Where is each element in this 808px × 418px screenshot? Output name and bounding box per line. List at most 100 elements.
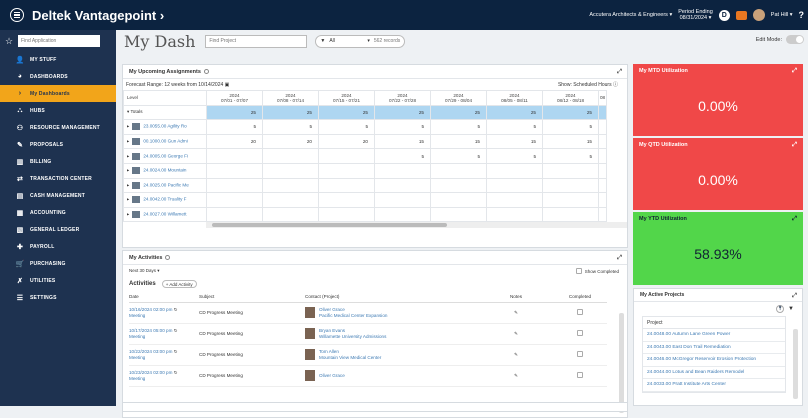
expand-row-icon[interactable]: ▸ [127, 153, 129, 158]
active-project-item[interactable]: 24.0033.00 Pratt Institute Arts Center [643, 379, 785, 392]
expand-row-icon[interactable]: ▸ [127, 168, 129, 173]
sidebar-item-accounting[interactable]: ▦ ACCOUNTING [0, 204, 116, 221]
hours-cell[interactable] [206, 192, 263, 208]
completed-checkbox[interactable] [577, 308, 583, 315]
hours-cell[interactable] [206, 148, 263, 164]
expand-row-icon[interactable]: ▸ [127, 197, 129, 202]
totals-label[interactable]: ▾ Totals [123, 104, 207, 121]
activity-row[interactable]: 10/22/2024 03:00 pm ↻ Meeting CD Progress … [129, 344, 607, 366]
hours-cell[interactable] [598, 206, 607, 223]
sidebar-item-settings[interactable]: ☰ SETTINGS [0, 289, 116, 306]
activity-subject[interactable]: CD Progress Meeting [199, 365, 305, 387]
column-header[interactable]: Notes [479, 291, 553, 303]
hours-cell[interactable] [262, 192, 319, 208]
hours-cell[interactable] [374, 206, 431, 223]
project-link[interactable]: 23.0055.00 Agility Ro [143, 124, 186, 129]
column-header[interactable]: Date [129, 291, 199, 303]
app-brand[interactable]: Deltek Vantagepoint › [32, 8, 164, 23]
notes-icon[interactable]: ✎ [514, 310, 518, 315]
hours-cell[interactable] [318, 148, 375, 164]
info-icon[interactable] [165, 255, 171, 260]
hours-cell[interactable] [374, 192, 431, 208]
hours-cell[interactable]: 5 [486, 148, 543, 164]
active-project-item[interactable]: 24.0048.00 Autumn Lane Green Power [643, 329, 785, 342]
activity-date[interactable]: 10/16/2024 02:00 pm [129, 307, 172, 312]
hours-cell[interactable] [430, 162, 487, 179]
hours-cell[interactable] [430, 192, 487, 208]
notes-icon[interactable]: ✎ [514, 331, 518, 336]
contact-name[interactable]: Oliver Grace [319, 373, 345, 379]
sidebar-item-my-stuff[interactable]: 👤 MY STUFF [0, 51, 116, 68]
contact-project[interactable]: Mountain View Medical Center [319, 355, 381, 361]
expand-icon[interactable]: ⤢ [617, 255, 622, 262]
activity-subject[interactable]: CD Progress Meeting [199, 302, 305, 324]
sidebar-item-general-ledger[interactable]: ▧ GENERAL LEDGER [0, 221, 116, 238]
hours-cell[interactable]: 20 [206, 133, 263, 150]
notes-icon[interactable]: ✎ [514, 352, 518, 357]
project-link[interactable]: 00.1000.00 Gun Admi [143, 139, 187, 144]
hours-cell[interactable]: 5 [430, 119, 487, 135]
hours-cell[interactable] [486, 192, 543, 208]
hours-cell[interactable] [262, 148, 319, 164]
hours-cell[interactable] [598, 148, 607, 164]
find-application-input[interactable] [18, 35, 100, 47]
filter-group[interactable]: ▼ All ▾ 562 records [315, 34, 406, 48]
hours-cell[interactable] [318, 177, 375, 194]
hours-cell[interactable] [374, 177, 431, 194]
activity-subject[interactable]: CD Progress Meeting [199, 323, 305, 345]
sidebar-item-hubs[interactable]: ⛬ HUBS [0, 102, 116, 119]
project-link[interactable]: 24.0027.00 Willamett [143, 212, 186, 217]
contact-project[interactable]: Willamette University Admissions [319, 334, 386, 340]
vertical-scrollbar[interactable] [793, 329, 798, 399]
hours-cell[interactable]: 5 [206, 119, 263, 135]
expand-icon[interactable]: ⤢ [792, 293, 797, 300]
column-header[interactable]: Completed [553, 291, 607, 303]
sidebar-item-dashboards[interactable]: ◕ DASHBOARDS [0, 68, 116, 85]
hours-cell[interactable] [318, 162, 375, 179]
active-project-item[interactable]: 24.0046.00 McGregor Reservoir Erosion Pr… [643, 354, 785, 367]
column-header[interactable]: Contact (Project) [305, 291, 479, 303]
completed-checkbox[interactable] [577, 329, 583, 336]
sidebar-item-cash-management[interactable]: ▤ CASH MANAGEMENT [0, 187, 116, 204]
filter-icon[interactable]: ▼ [788, 306, 794, 312]
vertical-scrollbar[interactable] [619, 313, 624, 413]
hours-cell[interactable]: 5 [542, 119, 599, 135]
user-menu[interactable]: Pat Hill ▾ [771, 12, 793, 18]
expand-row-icon[interactable]: ▸ [127, 183, 129, 188]
hours-cell[interactable]: 15 [486, 133, 543, 150]
notes-icon[interactable]: ✎ [514, 373, 518, 378]
horizontal-scrollbar[interactable] [206, 222, 627, 229]
hours-cell[interactable] [206, 162, 263, 179]
project-link[interactable]: 24.0042.00 Truality F [143, 197, 186, 202]
expand-row-icon[interactable]: ▸ [127, 212, 129, 217]
find-project-input[interactable] [205, 34, 308, 48]
expand-icon[interactable]: ⤢ [792, 216, 797, 223]
sidebar-item-resource-management[interactable]: ⚇ RESOURCE MANAGEMENT [0, 119, 116, 136]
show-completed-checkbox[interactable] [575, 268, 582, 274]
help-icon[interactable]: ? [799, 10, 805, 20]
sidebar-item-transaction-center[interactable]: ⇄ TRANSACTION CENTER [0, 170, 116, 187]
activity-row[interactable]: 10/16/2024 02:00 pm ↻ Meeting CD Progress … [129, 302, 607, 324]
sidebar-item-payroll[interactable]: ✚ PAYROLL [0, 238, 116, 255]
hours-cell[interactable]: 5 [430, 148, 487, 164]
hours-cell[interactable] [598, 177, 607, 194]
hours-cell[interactable] [486, 177, 543, 194]
sidebar-item-proposals[interactable]: ✎ PROPOSALS [0, 136, 116, 153]
hours-cell[interactable]: 15 [430, 133, 487, 150]
hours-cell[interactable] [542, 177, 599, 194]
hours-cell[interactable] [430, 206, 487, 223]
hours-cell[interactable] [542, 162, 599, 179]
active-project-item[interactable]: 24.0043.00 East Don Trail Remediation [643, 342, 785, 354]
deltek-d-icon[interactable]: D [718, 9, 730, 21]
hours-cell[interactable]: 20 [262, 133, 319, 150]
hours-cell[interactable] [598, 192, 607, 208]
activity-date[interactable]: 10/22/2024 03:00 pm [129, 349, 172, 354]
activity-date[interactable]: 10/23/2024 02:00 pm [129, 370, 172, 375]
expand-icon[interactable]: ⤢ [792, 142, 797, 149]
completed-checkbox[interactable] [577, 371, 583, 378]
hours-cell[interactable]: 20 [318, 133, 375, 150]
hours-cell[interactable] [430, 177, 487, 194]
hours-cell[interactable] [598, 119, 607, 135]
hours-cell[interactable]: 5 [262, 119, 319, 135]
hours-cell[interactable] [206, 206, 263, 223]
